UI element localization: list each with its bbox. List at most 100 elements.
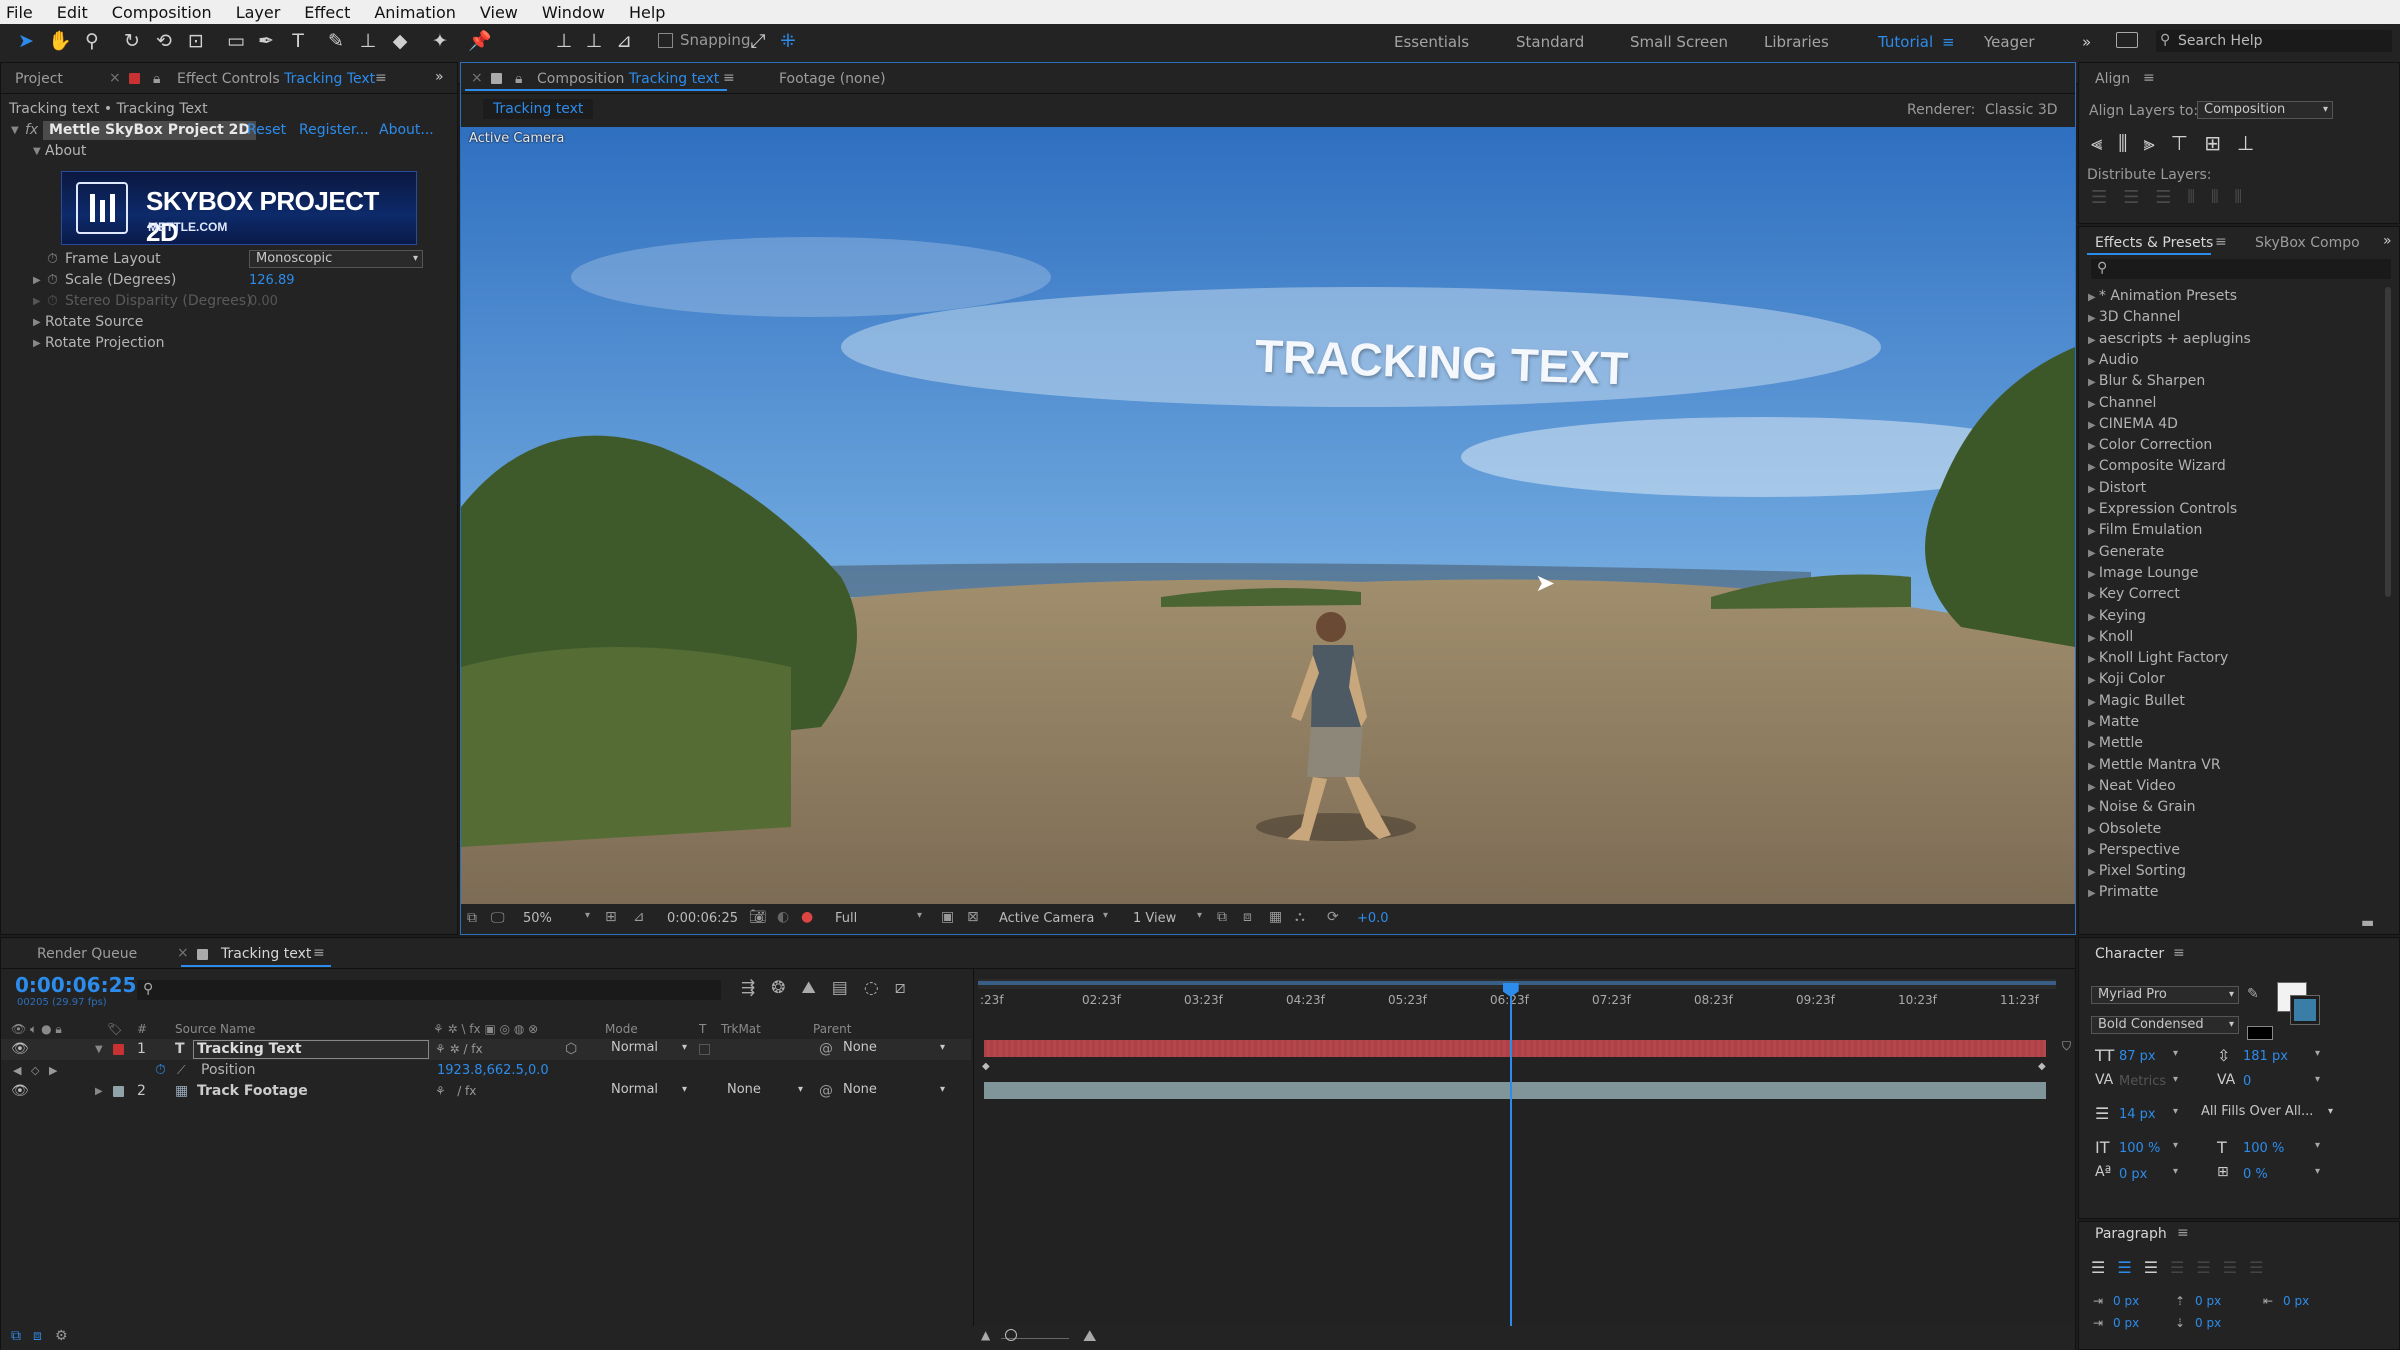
chevron-down-icon[interactable]: ▾ (2315, 1048, 2320, 1059)
panel-menu-icon[interactable]: ≡ (2173, 945, 2185, 961)
set-fill-black-icon[interactable] (2247, 1026, 2273, 1040)
close-icon[interactable]: × (109, 70, 121, 86)
expand-triangle-icon[interactable]: ▶ (33, 270, 41, 291)
lock-icon[interactable]: 🔒︎ (153, 71, 160, 87)
frame-layout-dropdown[interactable]: Monoscopic ▾ (249, 250, 423, 268)
chevron-down-icon[interactable]: ▾ (2173, 1106, 2178, 1117)
effects-category-item[interactable]: ▶ Color Correction (2088, 435, 2212, 457)
zoom-out-icon[interactable]: ▲ (981, 1328, 990, 1342)
tab-render-queue[interactable]: Render Queue (37, 946, 137, 962)
effects-category-item[interactable]: ▶ Matte (2088, 712, 2139, 734)
parent-dropdown[interactable]: None ▾ (837, 1040, 947, 1058)
preserve-transparency-checkbox[interactable] (699, 1044, 710, 1055)
time-graph[interactable]: :23f02:23f03:23f04:23f05:23f06:23f07:23f… (973, 969, 2075, 1349)
effects-category-item[interactable]: ▶ Mettle (2088, 733, 2143, 755)
layer-row-1[interactable]: 👁︎ ▼ 1 T Tracking Text ⚘ ✲ / fx ⬡ Normal… (1, 1039, 971, 1060)
workspace-menu-icon[interactable]: ≡ (1942, 33, 1955, 51)
snap-mode-icon[interactable]: ⁜ (774, 24, 802, 58)
mask-visibility-icon[interactable]: ⊿ (633, 909, 645, 925)
first-line-indent-value[interactable]: 0 px (2113, 1316, 2139, 1330)
expand-triangle-icon[interactable]: ▼ (33, 141, 41, 162)
character-title[interactable]: Character (2095, 946, 2164, 962)
align-left-icon[interactable]: ⫷ (2091, 131, 2102, 155)
comp-flowchart-icon[interactable]: ⇶ (741, 978, 755, 998)
layer-switches-icons[interactable]: ⚘ ✲ / fx (435, 1039, 483, 1060)
workspace-libraries[interactable]: Libraries (1764, 33, 1829, 51)
menu-help[interactable]: Help (629, 3, 665, 22)
chevron-down-icon[interactable]: ▾ (2315, 1074, 2320, 1085)
indent-right-value[interactable]: 0 px (2283, 1294, 2309, 1308)
tracking-value[interactable]: 0 (2243, 1074, 2251, 1089)
3d-layer-icon[interactable]: ⬡ (565, 1039, 577, 1060)
color-channels-icon[interactable]: ● (801, 909, 813, 925)
effects-category-item[interactable]: ▶ Keying (2088, 606, 2146, 628)
menu-edit[interactable]: Edit (57, 3, 88, 22)
effects-category-item[interactable]: ▶ Knoll (2088, 627, 2133, 649)
tsume-value[interactable]: 0 % (2243, 1167, 2268, 1182)
close-icon[interactable]: × (471, 70, 483, 86)
visibility-eye-icon[interactable]: 👁︎ (11, 1081, 29, 1102)
align-text-left-icon[interactable]: ☰ (2091, 1258, 2105, 1277)
baseline-shift-value[interactable]: 0 px (2119, 1167, 2147, 1182)
layer-name[interactable]: Track Footage (197, 1081, 308, 1102)
render-time-toggle-icon[interactable]: ⚙ (55, 1328, 68, 1344)
layer-name[interactable]: Tracking Text (193, 1040, 429, 1059)
distribute-bottom-icon[interactable]: ☰ (2155, 187, 2171, 208)
effects-category-item[interactable]: ▶ Expression Controls (2088, 499, 2237, 521)
distribute-left-icon[interactable]: ⫴ (2187, 187, 2195, 208)
menu-effect[interactable]: Effect (304, 3, 350, 22)
sync-icon[interactable] (2116, 32, 2138, 48)
panel-menu-icon[interactable]: ≡ (2143, 70, 2155, 86)
justify-last-center-icon[interactable]: ☰ (2196, 1258, 2210, 1277)
panel-overflow-icon[interactable]: » (2383, 233, 2392, 249)
prop-rotate-projection[interactable]: ▶ Rotate Projection (1, 333, 456, 354)
show-snapshot-icon[interactable]: ◐ (777, 909, 789, 925)
tab-timeline-comp[interactable]: Tracking text (221, 946, 311, 962)
effects-category-item[interactable]: ▶ Neat Video (2088, 776, 2176, 798)
chevron-down-icon[interactable]: ▾ (2173, 1048, 2178, 1059)
workspace-yeager[interactable]: Yeager (1984, 33, 2035, 51)
parent-dropdown[interactable]: None ▾ (837, 1082, 947, 1100)
fx-toggle[interactable]: fx (25, 120, 38, 141)
align-hcenter-icon[interactable]: ⫼ (2118, 131, 2127, 155)
effects-category-item[interactable]: ▶ Distort (2088, 478, 2146, 500)
transfer-controls-toggle-icon[interactable]: ⧈ (33, 1328, 42, 1344)
rotation-tool-icon[interactable]: ↻ (118, 24, 146, 58)
panel-menu-icon[interactable]: ≡ (2177, 1225, 2189, 1241)
workspace-small-screen[interactable]: Small Screen (1630, 33, 1728, 51)
add-keyframe-icon[interactable]: ◇ (31, 1060, 39, 1081)
always-preview-icon[interactable]: ⧉ (467, 910, 477, 926)
blend-mode-dropdown[interactable]: Normal ▾ (605, 1082, 689, 1100)
effects-category-item[interactable]: ▶ Pixel Sorting (2088, 861, 2186, 883)
fast-previews-icon[interactable]: ⧈ (1243, 909, 1252, 925)
layer-bar-1[interactable] (984, 1040, 2046, 1057)
blend-mode-dropdown[interactable]: Normal ▾ (605, 1040, 689, 1058)
selection-tool-icon[interactable]: ➤ (12, 24, 40, 58)
pickwhip-icon[interactable]: @ (819, 1081, 833, 1102)
tab-project[interactable]: Project (15, 71, 63, 87)
workspace-essentials[interactable]: Essentials (1394, 33, 1469, 51)
stopwatch-icon[interactable]: ⏱ (47, 270, 58, 291)
tab-skybox-compo[interactable]: SkyBox Compo (2255, 235, 2360, 251)
graph-editor-icon[interactable]: ⧄ (895, 978, 906, 998)
layer-label-color[interactable] (113, 1044, 124, 1055)
chevron-down-icon[interactable]: ▾ (2173, 1166, 2178, 1177)
paragraph-title[interactable]: Paragraph (2095, 1226, 2167, 1242)
distribute-hcenter-icon[interactable]: ⫴ (2211, 187, 2219, 208)
workspace-tutorial[interactable]: Tutorial (1878, 33, 1933, 51)
effect-name[interactable]: Mettle SkyBox Project 2D (43, 121, 256, 140)
effects-category-item[interactable]: ▶ Blur & Sharpen (2088, 371, 2205, 393)
effects-category-item[interactable]: ▶ Knoll Light Factory (2088, 648, 2228, 670)
zoom-tool-icon[interactable]: ⚲ (78, 24, 106, 58)
next-keyframe-icon[interactable]: ▶ (49, 1060, 57, 1081)
lock-icon[interactable]: 🔒︎ (515, 71, 522, 87)
local-axis-mode-icon[interactable]: ⊥ (550, 24, 578, 58)
stroke-width-value[interactable]: 14 px (2119, 1107, 2156, 1122)
snapshot-camera-icon[interactable]: 📷︎ (749, 909, 767, 925)
menu-composition[interactable]: Composition (112, 3, 212, 22)
menu-layer[interactable]: Layer (236, 3, 281, 22)
effects-category-item[interactable]: ▶ Key Correct (2088, 584, 2180, 606)
stroke-type-dropdown[interactable]: All Fills Over All... ▾ (2195, 1104, 2335, 1122)
effects-category-item[interactable]: ▶ Film Emulation (2088, 520, 2202, 542)
toggle-pixel-aspect-icon[interactable]: ⧉ (1217, 909, 1227, 925)
